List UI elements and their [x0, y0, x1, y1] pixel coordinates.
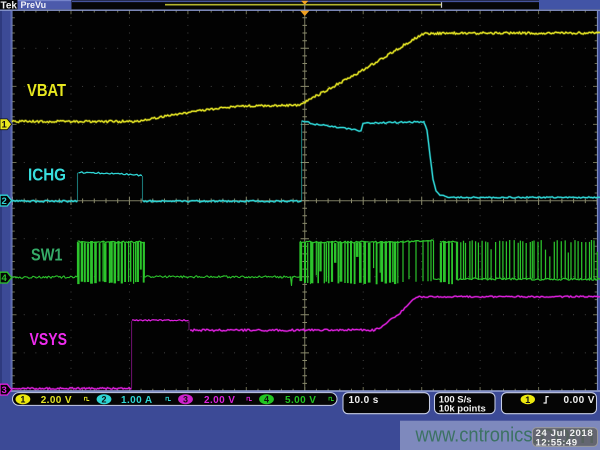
svg-text:2.00 V: 2.00 V — [204, 395, 235, 406]
svg-text:2: 2 — [2, 196, 7, 207]
svg-text:4: 4 — [2, 273, 8, 284]
svg-text:0.00 V: 0.00 V — [564, 395, 595, 406]
svg-text:3: 3 — [2, 385, 7, 396]
svg-text:3: 3 — [183, 395, 188, 405]
svg-text:2: 2 — [101, 395, 106, 405]
svg-text:1: 1 — [20, 395, 25, 405]
svg-text:1.00 A: 1.00 A — [121, 395, 153, 406]
svg-text:Tek: Tek — [1, 0, 18, 12]
svg-text:www.cntronics: www.cntronics — [415, 424, 533, 447]
svg-text:12:55:49: 12:55:49 — [536, 437, 578, 448]
svg-text:VSYS: VSYS — [30, 329, 68, 349]
svg-text:SW1: SW1 — [31, 244, 63, 264]
svg-text:10k points: 10k points — [439, 404, 486, 415]
svg-text:1: 1 — [2, 120, 8, 131]
svg-text:10.0 s: 10.0 s — [349, 395, 379, 406]
svg-text:2.00 V: 2.00 V — [41, 395, 72, 406]
svg-text:1: 1 — [525, 395, 530, 405]
svg-text:4: 4 — [264, 395, 269, 405]
svg-text:VBAT: VBAT — [27, 80, 66, 100]
svg-text:ICHG: ICHG — [28, 164, 66, 184]
svg-text:5.00 V: 5.00 V — [285, 395, 316, 406]
svg-text:PreVu: PreVu — [21, 0, 47, 10]
